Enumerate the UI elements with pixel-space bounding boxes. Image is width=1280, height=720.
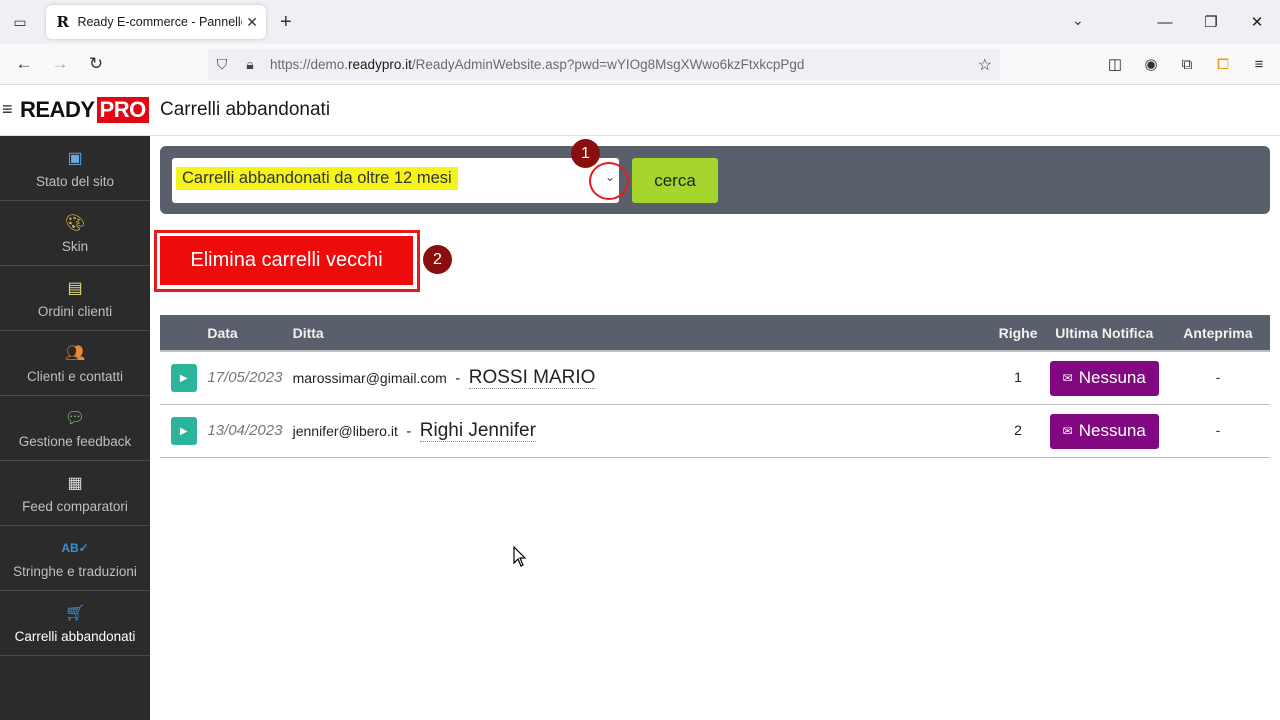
envelope-icon: ✉ [1062, 371, 1073, 385]
multi-account-icon[interactable]: ⧠ [1212, 52, 1234, 76]
row-customer-name[interactable]: ROSSI MARIO [468, 367, 596, 389]
sidebar-item-label: Skin [61, 238, 89, 254]
toolbar-icons: ◫ ◉ ⧉ ⧠ ≡ [1104, 52, 1270, 76]
browser-nav-bar: ← → ↻ ⛉ 🔒︎ https://demo.readypro.it/Read… [0, 44, 1280, 85]
sidebar-item-label: Stato del sito [35, 173, 115, 189]
shield-icon[interactable]: ⛉ [208, 56, 236, 73]
sidebar-item-label: Clienti e contatti [26, 368, 124, 384]
monitor-icon: ▣ [67, 149, 83, 167]
sidebar-item-label: Feed comparatori [22, 498, 128, 514]
period-select[interactable]: Carrelli abbandonati da oltre 12 mesi ⌄ [172, 158, 619, 203]
notification-button[interactable]: ✉ Nessuna [1049, 413, 1159, 449]
row-separator: - [406, 423, 412, 440]
readypro-logo[interactable]: READY PRO [20, 97, 149, 123]
table-row: ▶ 13/04/2023 jennifer@libero.it - Righi … [160, 405, 1270, 458]
readypro-favicon-icon: R [56, 13, 69, 31]
lock-icon[interactable]: 🔒︎ [236, 56, 264, 73]
sidebar-item-stato-del-sito[interactable]: ▣ Stato del sito [0, 136, 150, 201]
row-anteprima: - [1215, 369, 1221, 385]
palette-icon: 🎨︎ [64, 214, 86, 232]
expand-row-play-icon[interactable]: ▶ [170, 364, 197, 392]
account-icon[interactable]: ◉ [1140, 52, 1162, 76]
logo-ready-text: READY [20, 97, 95, 122]
table-row: ▶ 17/05/2023 marossimar@gimail.com - ROS… [160, 352, 1270, 405]
row-email: marossimar@gimail.com [292, 370, 447, 386]
period-select-value: Carrelli abbandonati da oltre 12 mesi [176, 167, 458, 190]
people-icon: 👥︎ [64, 344, 86, 362]
expand-row-play-icon[interactable]: ▶ [170, 417, 197, 445]
step-badge-2: 2 [423, 245, 452, 274]
sidebar-item-stringhe-e-traduzioni[interactable]: AB✓ Stringhe e traduzioni [0, 526, 150, 591]
grid-table-icon: ▦ [67, 474, 83, 492]
minimize-icon[interactable]: — [1142, 14, 1188, 31]
extensions-icon[interactable]: ⧉ [1176, 52, 1198, 76]
abandoned-carts-table: Data Ditta Righe Ultima Notifica Antepri… [160, 315, 1270, 458]
url-text[interactable]: https://demo.readypro.it/ReadyAdminWebsi… [270, 57, 804, 72]
row-separator: - [455, 370, 461, 387]
row-customer-name[interactable]: Righi Jennifer [419, 420, 536, 442]
cart-icon: 🛒︎ [64, 604, 86, 622]
header-righe[interactable]: Righe [993, 325, 1042, 341]
app-header: ≡ READY PRO Carrelli abbandonati [0, 85, 1280, 136]
search-button[interactable]: cerca [632, 158, 718, 203]
chevron-down-icon[interactable]: ⌄ [1072, 12, 1084, 29]
select-highlight-circle [589, 162, 629, 200]
row-righe: 2 [1014, 422, 1022, 438]
sidebar-item-label: Gestione feedback [18, 433, 132, 449]
row-anteprima: - [1215, 422, 1221, 438]
row-righe: 1 [1014, 369, 1022, 385]
sidebar-item-feed-comparatori[interactable]: ▦ Feed comparatori [0, 461, 150, 526]
tab-list-icon[interactable]: ▭ [8, 10, 32, 34]
tab-title: Ready E-commerce - Pannello di controllo [77, 15, 242, 29]
header-ditta[interactable]: Ditta [293, 325, 994, 341]
new-tab-icon[interactable]: + [280, 10, 292, 34]
ab-check-icon: AB✓ [61, 540, 89, 555]
sidebar-item-skin[interactable]: 🎨︎ Skin [0, 201, 150, 266]
sidebar-item-gestione-feedback[interactable]: 💬︎ Gestione feedback [0, 396, 150, 461]
forward-icon[interactable]: → [48, 52, 72, 76]
bookmark-star-icon[interactable]: ☆ [978, 55, 992, 75]
sidebar: ▣ Stato del sito 🎨︎ Skin ▤ Ordini client… [0, 136, 150, 720]
notification-label: Nessuna [1078, 421, 1146, 440]
row-date: 13/04/2023 [207, 422, 283, 439]
window-controls: — ❐ ✕ [1142, 0, 1280, 44]
header-ultima-notifica[interactable]: Ultima Notifica [1043, 325, 1166, 341]
close-tab-icon[interactable]: ✕ [246, 14, 258, 31]
sidebar-item-ordini-clienti[interactable]: ▤ Ordini clienti [0, 266, 150, 331]
sidebar-item-label: Ordini clienti [37, 303, 113, 319]
table-header: Data Ditta Righe Ultima Notifica Antepri… [160, 315, 1270, 352]
header-anteprima: Anteprima [1183, 324, 1253, 341]
notification-label: Nessuna [1078, 368, 1146, 387]
sidebar-item-carrelli-abbandonati[interactable]: 🛒︎ Carrelli abbandonati [0, 591, 150, 656]
sidebar-item-label: Carrelli abbandonati [14, 628, 136, 644]
restore-icon[interactable]: ❐ [1188, 13, 1234, 31]
menu-icon[interactable]: ≡ [1248, 52, 1270, 76]
reload-icon[interactable]: ↻ [84, 52, 108, 76]
feedback-bubble-icon: 💬︎ [64, 409, 86, 427]
back-icon[interactable]: ← [12, 52, 36, 76]
mouse-cursor-icon [513, 546, 527, 567]
close-window-icon[interactable]: ✕ [1234, 13, 1280, 31]
envelope-icon: ✉ [1062, 424, 1073, 438]
row-email: jennifer@libero.it [292, 423, 398, 439]
logo-pro-text: PRO [96, 97, 149, 123]
page-title: Carrelli abbandonati [160, 99, 331, 120]
filter-panel: Carrelli abbandonati da oltre 12 mesi ⌄ … [160, 146, 1270, 214]
notepad-icon: ▤ [67, 279, 83, 297]
url-bar[interactable]: ⛉ 🔒︎ https://demo.readypro.it/ReadyAdmin… [208, 49, 1000, 80]
browser-tab[interactable]: R Ready E-commerce - Pannello di control… [46, 5, 266, 39]
sidebar-item-clienti-e-contatti[interactable]: 👥︎ Clienti e contatti [0, 331, 150, 396]
hamburger-menu-icon[interactable]: ≡ [2, 99, 13, 120]
row-date: 17/05/2023 [207, 369, 283, 386]
step-badge-1: 1 [571, 139, 600, 168]
header-data[interactable]: Data [207, 325, 292, 341]
delete-old-carts-button[interactable]: Elimina carrelli vecchi [160, 236, 413, 285]
notification-button[interactable]: ✉ Nessuna [1049, 360, 1159, 396]
browser-tab-bar: ▭ R Ready E-commerce - Pannello di contr… [0, 0, 1280, 44]
pocket-icon[interactable]: ◫ [1104, 52, 1126, 76]
sidebar-item-label: Stringhe e traduzioni [13, 563, 137, 579]
